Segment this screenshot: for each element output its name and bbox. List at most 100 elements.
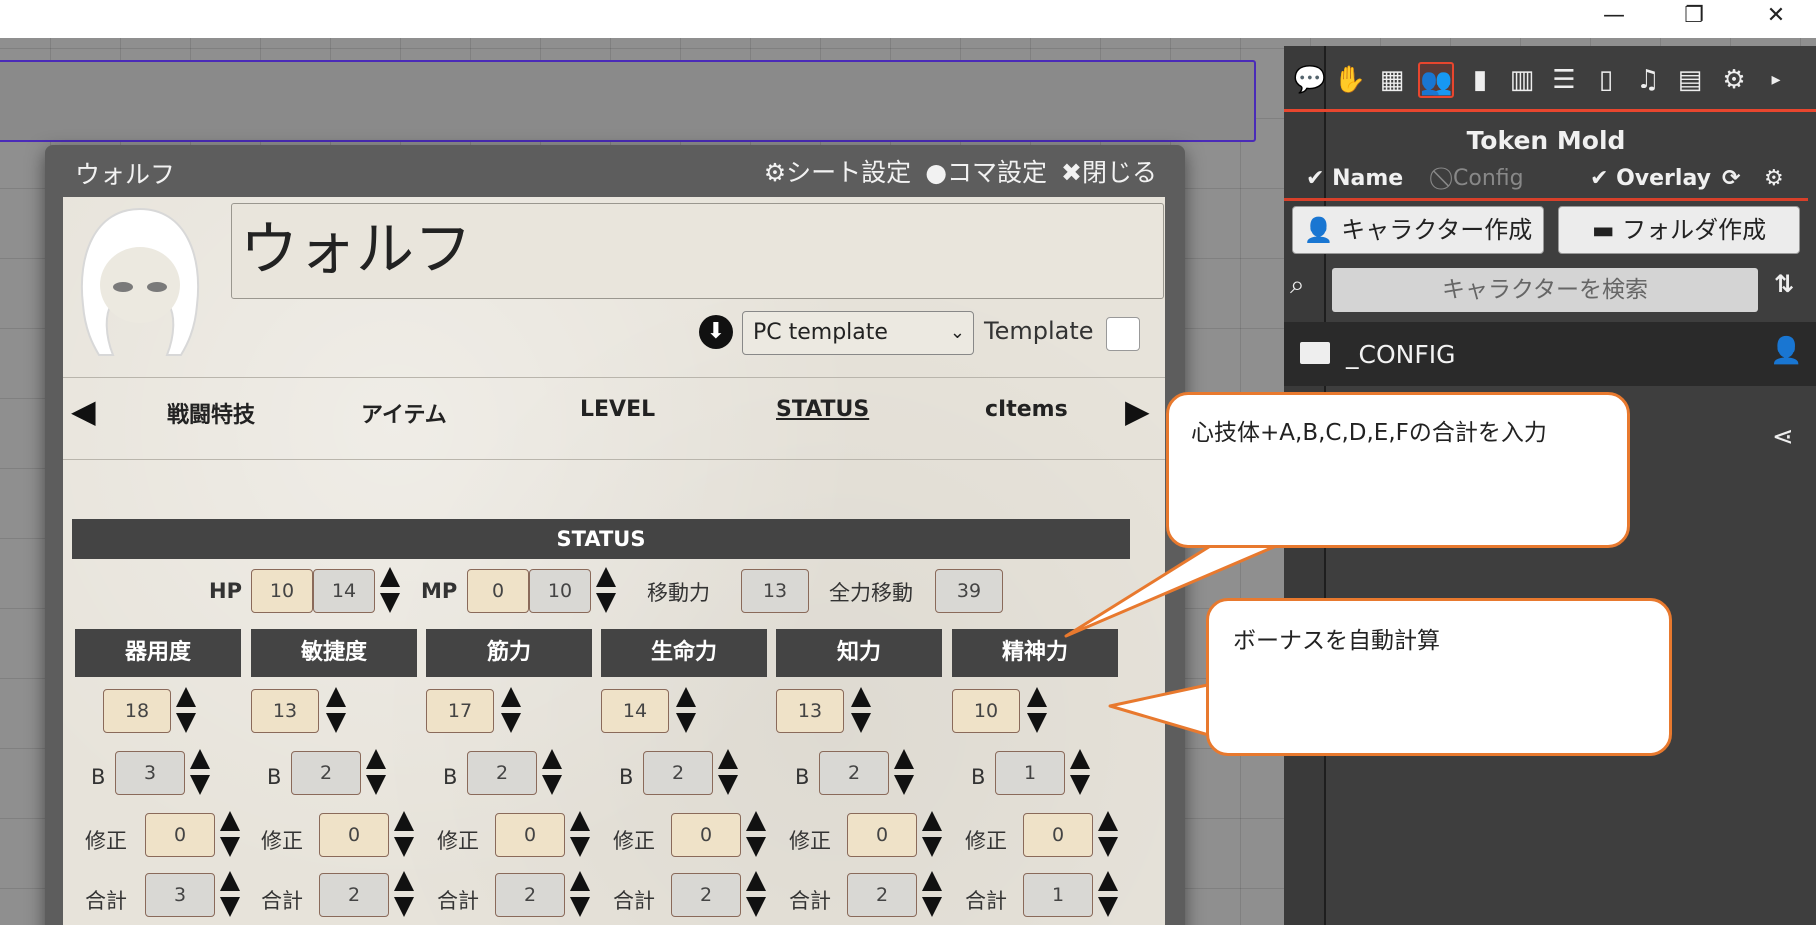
mod-input[interactable]: 0 [847,813,917,857]
bonus-stepper[interactable] [365,749,387,797]
config-toggle[interactable]: ⃠ Config [1446,166,1524,191]
handouts-icon[interactable]: ▥ [1504,62,1540,98]
tab-status[interactable]: STATUS [776,397,869,422]
total-stepper[interactable] [745,871,767,919]
close-label: 閉じる [1081,158,1157,187]
bonus-stepper[interactable] [1069,749,1091,797]
download-icon[interactable]: ⬇ [699,315,733,349]
tab-level[interactable]: LEVEL [580,397,655,422]
character-name-field[interactable]: ウォルフ [231,203,1164,299]
gear-icon: ⚙ [763,158,787,187]
bonus-stepper[interactable] [189,749,211,797]
music-icon[interactable]: ♫ [1630,62,1666,98]
map-icon[interactable]: ▦ [1374,62,1410,98]
sort-icon[interactable]: ⇅ [1774,270,1794,298]
hp-stepper[interactable] [379,567,401,615]
attr-header-agility: 敏捷度 [251,629,417,677]
mod-input[interactable]: 0 [495,813,565,857]
user-circle-icon: ● [925,158,948,187]
hand-icon[interactable]: ✋ [1332,62,1368,98]
minimize-button[interactable]: — [1584,0,1644,34]
close-window-button[interactable]: ✕ [1746,0,1806,34]
mp-current-input[interactable]: 0 [467,569,529,613]
hp-current-input[interactable]: 10 [251,569,313,613]
total-stepper[interactable] [219,871,241,919]
attr-value-input[interactable]: 14 [601,689,669,733]
settings-icon[interactable]: ⚙ [1716,62,1752,98]
create-folder-button[interactable]: ▬ フォルダ作成 [1558,206,1800,254]
attr-value-stepper[interactable] [850,687,872,735]
attr-value-input[interactable]: 10 [952,689,1020,733]
sheet-settings-button[interactable]: ⚙シート設定 [764,153,911,189]
bonus-stepper[interactable] [893,749,915,797]
template-checkbox[interactable] [1106,317,1140,351]
mod-stepper[interactable] [569,811,591,859]
total-stepper[interactable] [569,871,591,919]
mod-input[interactable]: 0 [671,813,741,857]
create-character-button[interactable]: 👤 キャラクター作成 [1292,206,1544,254]
tab-items[interactable]: アイテム [361,397,447,429]
hp-label: HP [209,579,242,603]
chat-icon[interactable]: 💬 [1292,62,1328,98]
list-icon[interactable]: ☰ [1546,62,1582,98]
attr-value-stepper[interactable] [325,687,347,735]
close-icon: ✖ [1061,158,1082,187]
add-user-icon[interactable]: 👤 [1770,336,1802,366]
attr-value-input[interactable]: 13 [776,689,844,733]
avatar[interactable] [75,205,205,357]
refresh-icon[interactable]: ⟳ [1722,166,1740,191]
mod-stepper[interactable] [393,811,415,859]
attr-value-stepper[interactable] [675,687,697,735]
hp-max-input[interactable]: 14 [313,569,375,613]
name-toggle[interactable]: ✔ Name [1306,166,1403,191]
template-select[interactable]: PC template ⌄ [742,311,974,355]
mp-stepper[interactable] [595,567,617,615]
gear-icon[interactable]: ⚙ [1764,166,1784,191]
tab-next-arrow-icon[interactable]: ▶ [1125,392,1150,430]
mod-input[interactable]: 0 [145,813,215,857]
selected-token-area[interactable] [0,60,1256,142]
close-dialog-button[interactable]: ✖閉じる [1061,153,1157,189]
attr-value-input[interactable]: 17 [426,689,494,733]
callout-top: 心技体+A,B,C,D,E,Fの合計を入力 [1166,392,1630,548]
bonus-value: 2 [291,751,361,795]
characters-icon[interactable]: 👥 [1418,62,1454,98]
bonus-stepper[interactable] [541,749,563,797]
mod-stepper[interactable] [1097,811,1119,859]
chevron-right-icon[interactable]: ▸ [1758,62,1794,98]
share-icon[interactable]: ⋖ [1772,422,1794,452]
token-settings-button[interactable]: ●コマ設定 [925,153,1047,189]
tab-prev-arrow-icon[interactable]: ◀ [71,392,96,430]
mod-stepper[interactable] [921,811,943,859]
attr-value-stepper[interactable] [175,687,197,735]
bonus-label: B [619,765,634,789]
bonus-label: B [267,765,282,789]
mod-stepper[interactable] [745,811,767,859]
total-value: 2 [319,873,389,917]
character-search-input[interactable]: キャラクターを検索 [1332,268,1758,312]
attr-value-stepper[interactable] [1026,687,1048,735]
mod-input[interactable]: 0 [319,813,389,857]
mod-label: 修正 [789,829,831,853]
token-mold-title: Token Mold [1466,126,1626,155]
total-stepper[interactable] [1097,871,1119,919]
attr-value-stepper[interactable] [500,687,522,735]
compendium-icon[interactable]: ▤ [1672,62,1708,98]
move-label: 移動力 [647,581,710,605]
mod-stepper[interactable] [219,811,241,859]
bonus-stepper[interactable] [717,749,739,797]
attr-value-input[interactable]: 18 [103,689,171,733]
jukebox-icon[interactable]: ▮ [1462,62,1498,98]
mp-max-input[interactable]: 10 [529,569,591,613]
total-stepper[interactable] [921,871,943,919]
journal-icon[interactable]: ▯ [1588,62,1624,98]
tab-combat-skills[interactable]: 戦闘特技 [167,397,255,429]
total-stepper[interactable] [393,871,415,919]
restore-button[interactable]: ❐ [1664,0,1724,34]
attr-header-intelligence: 知力 [776,629,942,677]
attr-value-input[interactable]: 13 [251,689,319,733]
divider [63,459,1165,460]
overlay-toggle[interactable]: ✔ Overlay [1590,166,1711,191]
mod-input[interactable]: 0 [1023,813,1093,857]
tab-citems[interactable]: cItems [985,397,1068,422]
